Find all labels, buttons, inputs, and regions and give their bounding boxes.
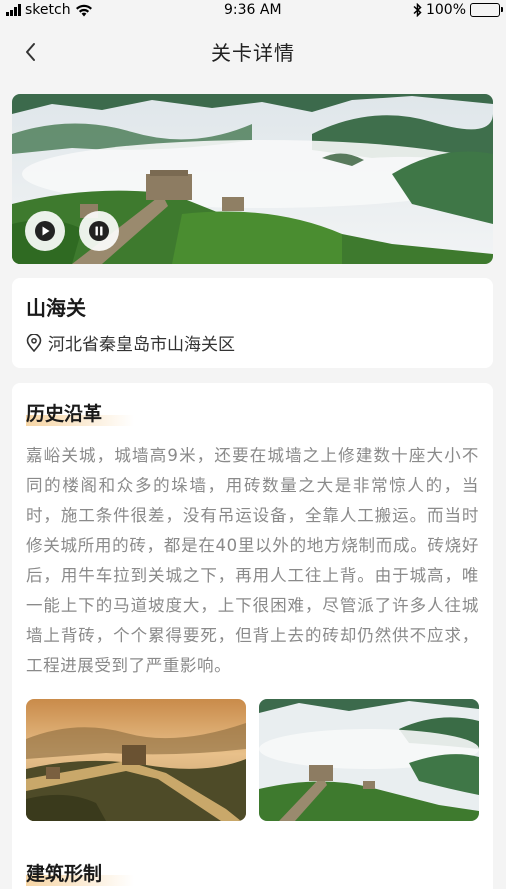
status-right: 100% bbox=[413, 2, 503, 18]
play-button[interactable] bbox=[25, 211, 65, 251]
location-name: 山海关 bbox=[26, 296, 86, 320]
nav-bar: 关卡详情 bbox=[0, 20, 506, 82]
history-gallery bbox=[26, 699, 479, 821]
architecture-title-text: 建筑形制 bbox=[26, 863, 103, 885]
bluetooth-icon bbox=[413, 3, 422, 17]
location-address: 河北省秦皇岛市山海关区 bbox=[48, 335, 235, 355]
history-title-text: 历史沿革 bbox=[26, 403, 103, 425]
status-bar: sketch 9:36 AM 100% bbox=[0, 0, 506, 20]
location-address-row: 河北省秦皇岛市山海关区 bbox=[26, 330, 479, 355]
status-left: sketch bbox=[6, 2, 93, 18]
play-icon bbox=[35, 221, 55, 241]
carrier-label: sketch bbox=[25, 2, 71, 18]
back-button[interactable] bbox=[18, 38, 42, 66]
history-section-title: 历史沿革 bbox=[26, 401, 135, 427]
gallery-image-sunset-wall[interactable] bbox=[26, 699, 246, 821]
wifi-icon bbox=[75, 4, 92, 16]
page-title: 关卡详情 bbox=[211, 40, 295, 65]
battery-icon bbox=[470, 3, 503, 17]
signal-icon bbox=[6, 4, 21, 16]
history-paragraph: 嘉峪关城，城墙高9米，还要在城墙之上修建数十座大小不同的楼阁和众多的垛墙，用砖数… bbox=[26, 446, 479, 675]
gallery-image-misty-wall[interactable] bbox=[259, 699, 479, 821]
history-card: 历史沿革 嘉峪关城，城墙高9米，还要在城墙之上修建数十座大小不同的楼阁和众多的垛… bbox=[12, 383, 493, 889]
pause-icon bbox=[89, 221, 109, 241]
map-pin-icon bbox=[26, 333, 42, 352]
battery-label: 100% bbox=[425, 2, 466, 18]
chevron-left-icon bbox=[26, 43, 35, 61]
architecture-section-title: 建筑形制 bbox=[26, 861, 135, 887]
status-time: 9:36 AM bbox=[224, 2, 282, 18]
pause-button[interactable] bbox=[79, 211, 119, 251]
location-card: 山海关 河北省秦皇岛市山海关区 bbox=[12, 278, 493, 368]
